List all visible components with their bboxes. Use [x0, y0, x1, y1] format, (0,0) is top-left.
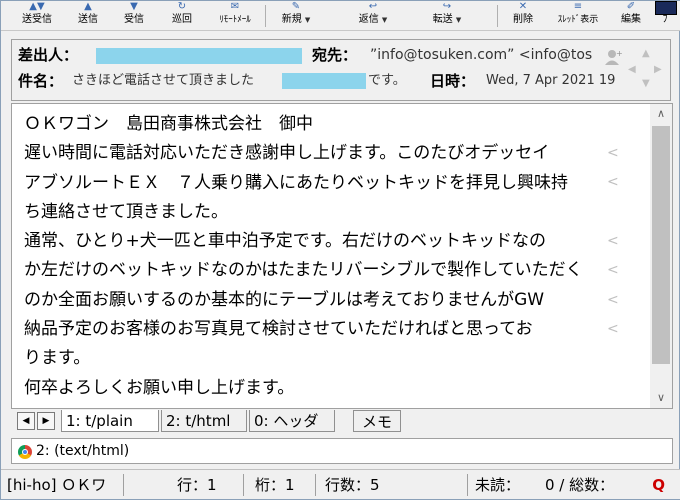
reply-icon: ↩ [368, 1, 378, 12]
from-label: 差出人： [18, 46, 79, 64]
send-button[interactable]: ▲ 送信 [71, 1, 105, 31]
svg-text:+: + [616, 49, 622, 58]
subject-value-prefix: さきほど電話させて頂きました [72, 73, 255, 88]
body-line: 納品予定のお客様のお写真見て検討させていただければと思ってお [24, 319, 533, 340]
remote-mail-icon: ✉ [230, 1, 240, 12]
wrap-marker: < [607, 262, 619, 278]
tab-prev-button[interactable]: ◀ [17, 412, 35, 430]
nav-up-icon: ▲ [642, 48, 650, 59]
reply-button[interactable]: ↩ 返信 ▼ [341, 1, 405, 31]
body-line: のか全面お願いするのか基本的にテーブルは考えておりませんがGW [24, 289, 545, 310]
subject-value-redacted [282, 73, 366, 89]
status-unread-total: 0 / 総数： [545, 476, 615, 494]
date-label: 日時： [430, 72, 476, 90]
date-value: Wed, 7 Apr 2021 19 [486, 73, 616, 88]
header-navigation-pad[interactable]: ▲ ◀ ▶ ▼ [626, 48, 666, 92]
wrap-marker: < [607, 292, 619, 308]
from-value-redacted [96, 48, 302, 64]
body-line: か左だけのベットキッドなのかはたまたリバーシブルで製作していただく [24, 260, 583, 281]
thread-view-icon: ≡ [573, 1, 583, 12]
send-receive-icon: ▲▼ [29, 1, 45, 12]
toolbar-separator [265, 5, 266, 27]
new-mail-icon: ✎ [291, 1, 301, 12]
wrap-marker: < [607, 145, 619, 161]
receive-icon: ▼ [130, 1, 138, 12]
subject-value-suffix: です。 [368, 73, 406, 88]
nav-left-icon: ◀ [628, 64, 636, 75]
send-icon: ▲ [84, 1, 92, 12]
attachment-item[interactable]: 2: (text/html) [36, 439, 129, 463]
subject-date-row: 件名： さきほど電話させて頂きました です。 日時： Wed, 7 Apr 20… [12, 68, 616, 94]
edit-icon: ✐ [626, 1, 636, 12]
status-line: 行：1 [177, 476, 217, 494]
body-line: ります。 [24, 348, 91, 369]
mail-header-pane: 差出人： 宛先： ”info@tosuken.com” <info@tos 件名… [11, 39, 671, 101]
body-line: ＯＫワゴン 島田商事株式会社 御中 [24, 114, 313, 134]
remote-mail-button[interactable]: ✉ ﾘﾓｰﾄﾒｰﾙ [209, 1, 261, 31]
status-divider [123, 474, 124, 496]
mail-viewer-window: ▲▼ 送受信 ▲ 送信 ▼ 受信 ↻ 巡回 ✉ ﾘﾓｰﾄﾒｰﾙ ✎ 新規 ▼ ↩… [0, 0, 680, 500]
to-value[interactable]: ”info@tosuken.com” <info@tos [370, 42, 592, 68]
status-account: [hi-ho] ＯＫワ [7, 476, 107, 494]
chrome-icon [18, 445, 32, 459]
attachment-pane: 2: (text/html) [11, 438, 673, 464]
mail-body-text[interactable]: ＯＫワゴン 島田商事株式会社 御中 遅い時間に電話対応いただき感謝申し上げます。… [24, 110, 644, 403]
receive-button[interactable]: ▼ 受信 [117, 1, 151, 31]
tab-text-plain[interactable]: 1: t/plain [61, 410, 159, 432]
status-line-count: 行数：5 [325, 476, 380, 494]
from-to-row: 差出人： 宛先： ”info@tosuken.com” <info@tos [12, 42, 602, 68]
scroll-down-icon[interactable]: ∨ [650, 388, 672, 408]
forward-button[interactable]: ↪ 転送 ▼ [415, 1, 479, 31]
thread-view-button[interactable]: ≡ ｽﾚｯﾄﾞ表示 [553, 1, 603, 31]
body-line: ち連絡させて頂きました。 [24, 201, 228, 222]
forward-icon: ↪ [442, 1, 452, 12]
scroll-up-icon[interactable]: ∧ [650, 104, 672, 124]
patrol-button[interactable]: ↻ 巡回 [165, 1, 199, 31]
status-divider [467, 474, 468, 496]
dropdown-arrow-icon: ▼ [455, 16, 462, 24]
status-bar: [hi-ho] ＯＫワ 行：1 桁：1 行数：5 未読： 0 / 総数： Q [1, 469, 680, 499]
status-unread-label: 未読： [475, 476, 521, 494]
body-line: アブソルートＥＸ ７人乗り購入にあたりベットキッドを拝見し興味持 [24, 172, 568, 193]
status-divider [315, 474, 316, 496]
to-label: 宛先： [312, 46, 358, 64]
part-tab-strip: ◀ ▶ 1: t/plain 2: t/html 0: ヘッダ メモ [11, 410, 673, 434]
body-line: 何卒よろしくお願い申し上げます。 [24, 377, 295, 398]
toolbar: ▲▼ 送受信 ▲ 送信 ▼ 受信 ↻ 巡回 ✉ ﾘﾓｰﾄﾒｰﾙ ✎ 新規 ▼ ↩… [1, 1, 680, 31]
subject-label: 件名： [18, 72, 64, 90]
status-q-indicator: Q [652, 476, 665, 494]
scrollbar-thumb[interactable] [652, 126, 670, 364]
wrap-marker: < [607, 174, 619, 190]
edit-button[interactable]: ✐ 編集 [611, 1, 651, 31]
add-person-icon[interactable]: + [604, 48, 622, 66]
new-mail-button[interactable]: ✎ 新規 ▼ [271, 1, 321, 31]
tab-next-button[interactable]: ▶ [37, 412, 55, 430]
toolbar-separator [497, 5, 498, 27]
status-column: 桁：1 [255, 476, 295, 494]
memo-button[interactable]: メモ [353, 410, 402, 432]
patrol-icon: ↻ [177, 1, 187, 12]
status-divider [243, 474, 244, 496]
nav-right-icon: ▶ [654, 64, 662, 75]
wrap-marker: < [607, 321, 619, 337]
vertical-scrollbar[interactable]: ∧ ∨ [650, 104, 672, 408]
send-receive-button[interactable]: ▲▼ 送受信 [15, 1, 59, 31]
body-line: 遅い時間に電話対応いただき感謝申し上げます。このたびオデッセイ [24, 143, 550, 164]
nav-down-icon: ▼ [642, 78, 650, 89]
delete-button[interactable]: ✕ 削除 [503, 1, 543, 31]
wrap-marker: < [607, 233, 619, 249]
delete-icon: ✕ [518, 1, 528, 12]
window-thumbnail-icon [655, 1, 677, 15]
mail-body-pane[interactable]: ＯＫワゴン 島田商事株式会社 御中 遅い時間に電話対応いただき感謝申し上げます。… [11, 103, 673, 409]
body-line: 通常、ひとり+犬一匹と車中泊予定です。右だけのベットキッドなの [24, 231, 547, 252]
dropdown-arrow-icon: ▼ [381, 16, 388, 24]
tab-text-html[interactable]: 2: t/html [161, 410, 247, 432]
tab-header[interactable]: 0: ヘッダ [249, 410, 335, 432]
dropdown-arrow-icon: ▼ [304, 16, 311, 24]
